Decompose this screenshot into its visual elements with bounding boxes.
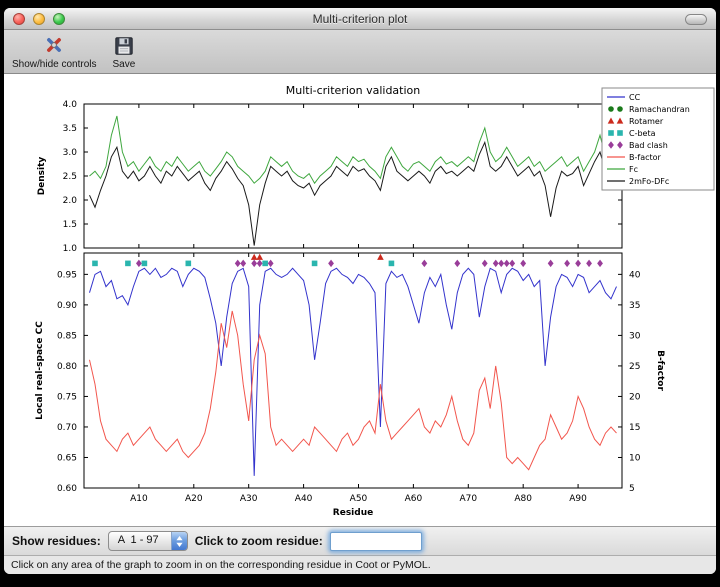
- svg-text:10: 10: [629, 453, 641, 463]
- svg-text:A90: A90: [569, 494, 587, 504]
- svg-text:C-beta: C-beta: [629, 129, 656, 138]
- svg-text:5: 5: [629, 484, 635, 494]
- svg-text:B-factor: B-factor: [629, 153, 662, 162]
- svg-text:A30: A30: [240, 494, 258, 504]
- svg-text:A10: A10: [130, 494, 148, 504]
- svg-text:0.95: 0.95: [57, 270, 77, 280]
- residue-range-select[interactable]: A 1 - 97: [108, 531, 188, 551]
- svg-text:35: 35: [629, 301, 640, 311]
- status-text: Click on any area of the graph to zoom i…: [11, 559, 431, 571]
- svg-text:A40: A40: [295, 494, 313, 504]
- show-residues-label: Show residues:: [12, 534, 101, 548]
- svg-text:0.90: 0.90: [57, 301, 77, 311]
- svg-text:15: 15: [629, 423, 640, 433]
- save-label: Save: [113, 59, 136, 70]
- svg-text:Residue: Residue: [333, 508, 373, 518]
- svg-text:Rotamer: Rotamer: [629, 117, 664, 126]
- svg-text:2.0: 2.0: [63, 196, 78, 206]
- toolbar: Show/hide controls Save: [4, 30, 716, 74]
- svg-text:A50: A50: [350, 494, 368, 504]
- svg-text:A80: A80: [514, 494, 532, 504]
- controls-bar: Show residues: A 1 - 97 Click to zoom re…: [4, 526, 716, 555]
- zoom-residue-input[interactable]: [330, 532, 422, 551]
- svg-text:Fc: Fc: [629, 165, 638, 174]
- svg-text:0.70: 0.70: [57, 423, 77, 433]
- zoom-residue-label: Click to zoom residue:: [195, 534, 323, 548]
- residue-range-value: A 1 - 97: [109, 532, 171, 550]
- svg-text:20: 20: [629, 392, 641, 402]
- b-factor-line: [90, 311, 617, 470]
- svg-text:A70: A70: [459, 494, 477, 504]
- svg-text:Density: Density: [37, 157, 47, 196]
- svg-text:A20: A20: [185, 494, 203, 504]
- svg-text:0.85: 0.85: [57, 331, 77, 341]
- svg-text:Bad clash: Bad clash: [629, 141, 668, 150]
- svg-text:0.75: 0.75: [57, 392, 77, 402]
- svg-text:0.60: 0.60: [57, 484, 77, 494]
- svg-text:0.80: 0.80: [57, 362, 77, 372]
- svg-text:3.5: 3.5: [63, 124, 77, 134]
- svg-text:25: 25: [629, 362, 640, 372]
- svg-text:Multi-criterion validation: Multi-criterion validation: [286, 84, 421, 97]
- 2mfo-dfc-line: [90, 142, 617, 245]
- toolbar-toggle-button[interactable]: [685, 14, 707, 25]
- svg-text:B-factor: B-factor: [655, 350, 665, 391]
- svg-text:4.0: 4.0: [63, 100, 78, 110]
- multi-criterion-figure[interactable]: Multi-criterion validation 1.0 1.5 2.0 2.5 3.…: [4, 74, 716, 526]
- svg-text:2mFo-DFc: 2mFo-DFc: [629, 177, 669, 186]
- svg-text:2.5: 2.5: [63, 172, 77, 182]
- svg-text:1.0: 1.0: [63, 244, 78, 254]
- titlebar[interactable]: Multi-criterion plot: [4, 8, 716, 30]
- status-bar: Click on any area of the graph to zoom i…: [4, 555, 716, 574]
- save-button[interactable]: Save: [113, 33, 136, 70]
- stepper-arrows-icon: [171, 532, 187, 550]
- window-title: Multi-criterion plot: [4, 12, 716, 26]
- svg-text:Local real-space CC: Local real-space CC: [35, 321, 45, 420]
- window: Multi-criterion plot Show/hide controls: [4, 8, 716, 574]
- svg-text:0.65: 0.65: [57, 453, 77, 463]
- svg-text:Ramachandran: Ramachandran: [629, 105, 690, 114]
- crossed-tools-icon: [42, 33, 66, 58]
- floppy-disk-icon: [113, 33, 135, 58]
- show-hide-controls-button[interactable]: Show/hide controls: [12, 33, 97, 70]
- svg-text:30: 30: [629, 331, 641, 341]
- svg-text:1.5: 1.5: [63, 220, 77, 230]
- bad-clash-markers: [136, 260, 603, 268]
- show-hide-controls-label: Show/hide controls: [12, 59, 97, 70]
- svg-text:CC: CC: [629, 93, 641, 102]
- svg-text:A60: A60: [405, 494, 423, 504]
- svg-text:40: 40: [629, 270, 641, 280]
- legend: CC Ramachandran Rotamer C-beta Bad clash B-fa…: [602, 88, 714, 190]
- svg-text:3.0: 3.0: [63, 148, 78, 158]
- plot-area[interactable]: Multi-criterion validation 1.0 1.5 2.0 2.5 3.…: [4, 74, 716, 526]
- rotamer-markers: [251, 254, 384, 260]
